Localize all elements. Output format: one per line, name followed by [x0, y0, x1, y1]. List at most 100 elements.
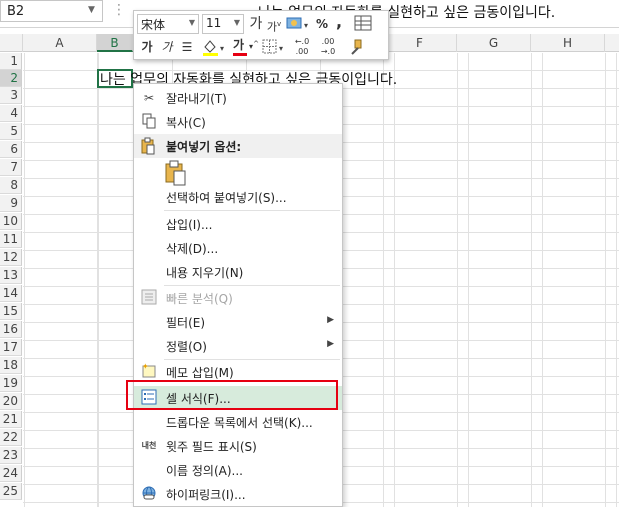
row-header[interactable]: 19 [0, 375, 22, 392]
menu-item-define-name[interactable]: 이름 정의(A)... [134, 458, 342, 482]
menu-item-delete[interactable]: 삭제(D)... [134, 236, 342, 260]
menu-item-paste-special[interactable]: 선택하여 붙여넣기(S)... [134, 185, 342, 209]
menu-item-phonetic[interactable]: 내천 윗주 필드 표시(S) [134, 434, 342, 458]
row-header[interactable]: 9 [0, 195, 22, 212]
format-painter-table-button[interactable] [352, 14, 374, 34]
font-color-button[interactable]: 가 ▾ [230, 37, 258, 57]
menu-item-label: 정렬(O) [166, 340, 207, 354]
menu-item-insert[interactable]: 삽입(I)... [134, 212, 342, 236]
row-header[interactable]: 11 [0, 231, 22, 248]
menu-item-label: 복사(C) [166, 116, 206, 130]
column-header-b[interactable]: B [97, 34, 133, 52]
chevron-down-icon: ▼ [188, 18, 195, 27]
row-header[interactable]: 16 [0, 321, 22, 338]
clipboard-icon [140, 137, 156, 158]
menu-item-cut[interactable]: ✂ 잘라내기(T) [134, 86, 342, 110]
italic-icon: 가 [161, 40, 173, 54]
shrink-font-button[interactable]: 가v [266, 14, 282, 34]
hyperlink-icon [140, 485, 158, 503]
row-header[interactable]: 5 [0, 123, 22, 140]
shrink-font-icon: 가 [266, 20, 277, 34]
menu-item-pick-from-list[interactable]: 드롭다운 목록에서 선택(K)... [134, 410, 342, 434]
row-header[interactable]: 12 [0, 249, 22, 266]
decrease-decimal-button[interactable]: .00 →.0 [316, 37, 340, 57]
table-icon [354, 15, 372, 31]
row-header[interactable]: 23 [0, 447, 22, 464]
row-header[interactable]: 15 [0, 303, 22, 320]
grid-line [605, 53, 606, 507]
align-center-button[interactable]: ☰ [178, 37, 196, 57]
menu-item-label: 필터(E) [166, 316, 206, 330]
menu-item-label: 잘라내기(T) [166, 92, 227, 106]
currency-icon: ▾ [286, 17, 308, 30]
percent-style-button[interactable]: % [314, 14, 330, 34]
decrease-decimal-icon: .00 →.0 [320, 37, 336, 56]
row-header[interactable]: 22 [0, 429, 22, 446]
comma-style-button[interactable]: , [332, 12, 346, 32]
copy-icon [140, 113, 158, 131]
fill-color-button[interactable]: ▾ [200, 37, 228, 57]
row-header[interactable]: 10 [0, 213, 22, 230]
menu-item-filter[interactable]: 필터(E) ▶ [134, 310, 342, 334]
svg-text:▾: ▾ [279, 44, 283, 53]
menu-item-label: 이름 정의(A)... [166, 464, 243, 478]
row-header[interactable]: 1 [0, 53, 22, 70]
menu-item-label: 삽입(I)... [166, 218, 213, 232]
row-header[interactable]: 24 [0, 465, 22, 482]
accounting-format-button[interactable]: ▾ [284, 14, 312, 34]
grid-line [97, 53, 98, 507]
svg-text:▾: ▾ [220, 44, 224, 53]
chevron-down-icon[interactable]: ▼ [88, 5, 95, 15]
grid-line [531, 53, 532, 507]
column-header-a[interactable]: A [23, 34, 97, 52]
grid-line [457, 53, 458, 507]
more-icon: ⋮ [112, 2, 126, 18]
italic-button[interactable]: 가 [158, 37, 176, 57]
select-all-corner[interactable] [0, 34, 23, 52]
row-header[interactable]: 7 [0, 159, 22, 176]
highlight-box [126, 380, 338, 410]
increase-decimal-icon: ←.0 .00 [294, 37, 310, 56]
font-name-value: 宋体 [141, 18, 166, 32]
row-header[interactable]: 18 [0, 357, 22, 374]
bold-button[interactable]: 가 [138, 37, 156, 57]
grid-line [383, 53, 384, 507]
menu-item-label: 드롭다운 목록에서 선택(K)... [166, 416, 313, 430]
align-center-icon: ☰ [181, 40, 193, 54]
quick-analysis-icon [140, 289, 158, 307]
row-header[interactable]: 3 [0, 87, 22, 104]
borders-button[interactable]: ▾ [260, 37, 288, 57]
column-header-g[interactable]: G [457, 34, 531, 52]
row-header[interactable]: 14 [0, 285, 22, 302]
row-header[interactable]: 4 [0, 105, 22, 122]
row-header[interactable]: 8 [0, 177, 22, 194]
row-header[interactable]: 13 [0, 267, 22, 284]
menu-item-label: 하이퍼링크(I)... [166, 488, 246, 502]
row-header[interactable]: 2 [0, 70, 22, 87]
name-box-value: B2 [7, 4, 25, 19]
column-header-h[interactable]: H [531, 34, 605, 52]
comment-icon: ✦ [140, 362, 158, 381]
row-header[interactable]: 6 [0, 141, 22, 158]
grow-font-button[interactable]: 가^ [248, 14, 264, 48]
font-size-select[interactable]: 11 ▼ [202, 14, 244, 34]
percent-icon: % [315, 17, 329, 31]
menu-item-clear-contents[interactable]: 내용 지우기(N) [134, 260, 342, 284]
row-header[interactable]: 20 [0, 393, 22, 410]
increase-decimal-button[interactable]: ←.0 .00 [290, 37, 314, 57]
paste-clipboard-icon[interactable] [164, 160, 188, 186]
svg-text:✦: ✦ [142, 363, 149, 371]
format-painter-button[interactable] [346, 37, 366, 57]
menu-item-copy[interactable]: 복사(C) [134, 110, 342, 134]
font-name-select[interactable]: 宋体 ▼ [137, 14, 199, 34]
row-header[interactable]: 21 [0, 411, 22, 428]
menu-item-sort[interactable]: 정렬(O) ▶ [134, 334, 342, 358]
font-size-value: 11 [206, 16, 222, 30]
column-header-f[interactable]: F [383, 34, 457, 52]
menu-item-hyperlink[interactable]: 하이퍼링크(I)... [134, 482, 342, 506]
bold-icon: 가 [141, 40, 153, 54]
row-header[interactable]: 17 [0, 339, 22, 356]
row-header[interactable]: 25 [0, 483, 22, 500]
menu-separator [164, 210, 340, 211]
chevron-right-icon: ▶ [327, 315, 334, 325]
